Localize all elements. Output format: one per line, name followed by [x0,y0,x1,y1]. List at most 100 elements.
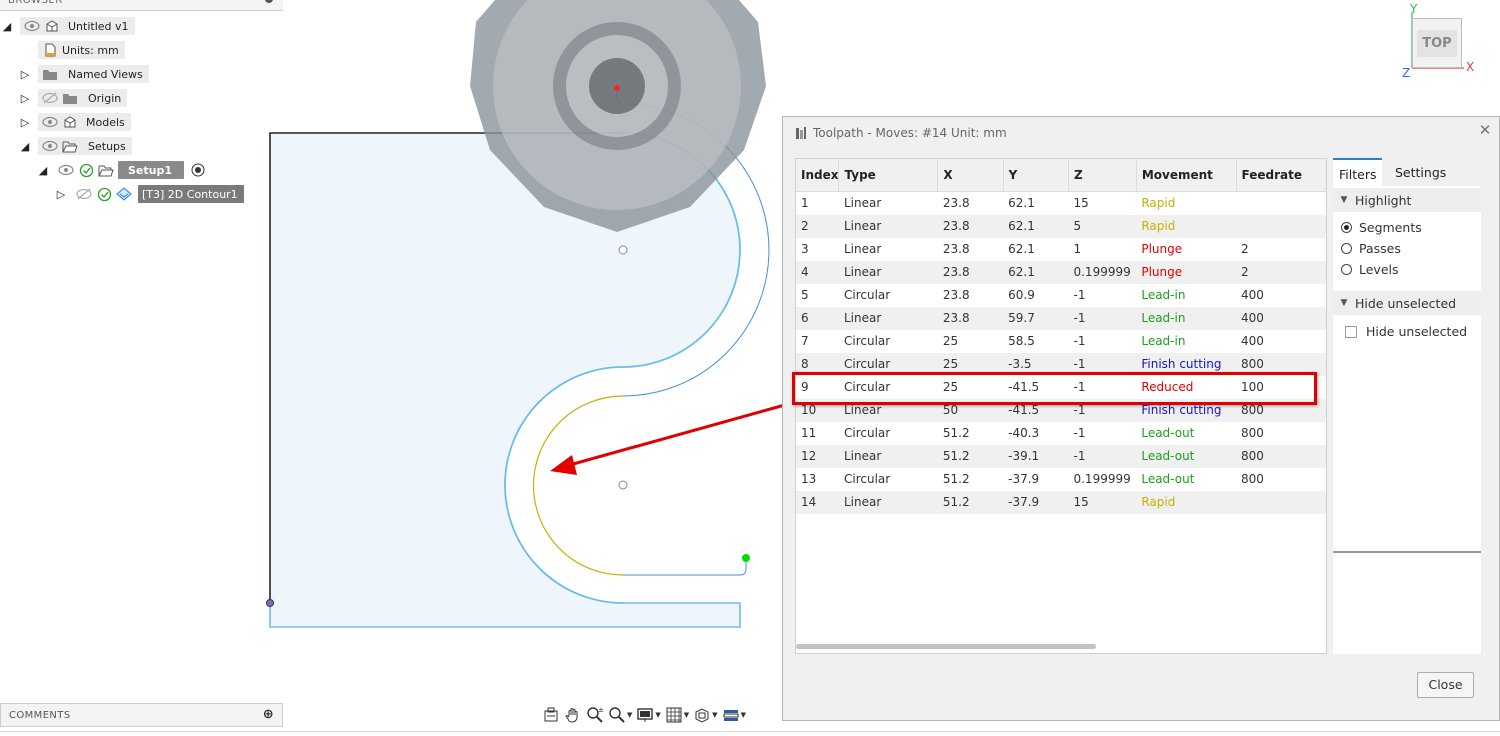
expand-icon[interactable]: ▷ [18,91,32,105]
col-header-x[interactable]: X [937,159,1004,192]
option-hide-unselected[interactable]: Hide unselected [1341,324,1467,339]
cell-y: 59.7 [1003,306,1069,330]
table-row[interactable]: 1 Linear 23.8 62.1 15 Rapid [796,191,1326,215]
tree-setups-box[interactable]: Setups [38,137,132,155]
cell-movement: Lead-out [1141,472,1195,486]
cell-index: 3 [801,242,809,256]
zoom-icon[interactable]: ± [586,704,604,726]
tree-setup1[interactable]: ◢ Setup1 [36,160,210,180]
cell-movement: Lead-in [1141,334,1186,348]
cell-x: 51.2 [942,472,970,486]
cell-y: 62.1 [1008,196,1035,210]
view-cube-top-face[interactable]: TOP [1412,18,1462,68]
horizontal-scrollbar[interactable] [796,644,1096,649]
table-row[interactable]: 11 Circular 51.2 -40.3 -1 Lead-out 800 [796,422,1326,445]
tree-units-box[interactable]: Units: mm [38,41,125,59]
tree-units[interactable]: Units: mm [38,40,125,60]
segments-radio[interactable] [1341,222,1352,233]
col-header-index[interactable]: Index [796,159,840,192]
browser-pin-icon[interactable] [265,0,273,3]
close-icon[interactable]: ✕ [1477,122,1493,138]
collapse-icon[interactable]: ◢ [36,163,50,177]
eye-icon[interactable] [42,138,58,154]
tree-origin-box[interactable]: Origin [38,89,128,107]
highlight-section-header[interactable]: ▼ Highlight [1333,188,1481,212]
add-comment-icon[interactable]: ⊕ [263,707,274,722]
col-header-feedrate[interactable]: Feedrate [1236,159,1326,192]
eye-hidden-icon[interactable] [42,90,58,106]
browser-panel: BROWSER ◢ Untitled v1 Units: mm ▷ Named … [0,0,283,210]
col-header-movement[interactable]: Movement [1136,159,1237,192]
setup1-box[interactable]: Setup1 [118,161,184,179]
option-levels[interactable]: Levels [1341,262,1399,277]
tree-named-views-box[interactable]: Named Views [38,65,149,83]
operation-box[interactable]: [T3] 2D Contour1 [138,185,244,203]
expand-icon[interactable]: ▷ [18,67,32,81]
table-row[interactable]: 7 Circular 25 58.5 -1 Lead-in 400 [796,330,1326,353]
viewports-icon[interactable]: ▼ [693,704,718,726]
levels-radio[interactable] [1341,264,1352,275]
tree-models-box[interactable]: Models [38,113,131,131]
cell-y: -40.3 [1008,426,1040,440]
tab-filters[interactable]: Filters [1333,158,1383,187]
activate-radio-icon[interactable] [190,162,206,178]
col-header-type[interactable]: Type [838,159,939,192]
operation-label: [T3] 2D Contour1 [142,187,238,201]
cell-index: 1 [801,196,809,210]
passes-radio[interactable] [1341,243,1352,254]
collapse-icon[interactable]: ◢ [18,139,32,153]
check-circle-icon [78,162,94,178]
table-row[interactable]: 13 Circular 51.2 -37.9 0.199999 Lead-out 800 [796,468,1326,491]
tree-named-views[interactable]: ▷ Named Views [18,64,149,84]
expand-icon[interactable]: ▷ [54,187,68,201]
eye-icon[interactable] [24,18,40,34]
toolpath-icon [793,125,809,141]
col-header-z[interactable]: Z [1068,159,1137,192]
cell-feedrate: 800 [1241,426,1264,440]
table-row[interactable]: 5 Circular 23.8 60.9 -1 Lead-in 400 [796,284,1326,307]
tree-setups[interactable]: ◢ Setups [18,136,132,156]
tree-root-box[interactable]: Untitled v1 [20,17,135,35]
tree-root[interactable]: ◢ Untitled v1 [0,16,135,36]
display-settings-icon[interactable]: ▼ [636,704,661,726]
view-cube[interactable]: TOP Y X Z [1400,2,1490,86]
collapse-icon[interactable]: ◢ [0,19,14,33]
cell-z: -1 [1068,444,1137,468]
dialog-title-bar[interactable]: Toolpath - Moves: #14 Unit: mm [793,125,1007,141]
environment-icon[interactable]: ▼ [722,704,746,726]
table-row[interactable]: 3 Linear 23.8 62.1 1 Plunge 2 [796,238,1326,261]
close-button[interactable]: Close [1417,672,1474,698]
tree-origin[interactable]: ▷ Origin [18,88,128,108]
passes-label: Passes [1359,241,1401,256]
orbit-fixed-icon[interactable] [542,704,560,726]
cell-type: Circular [843,288,891,302]
expand-icon[interactable]: ▷ [18,115,32,129]
fit-zoom-icon[interactable]: ▼ [608,704,632,726]
eye-icon[interactable] [42,114,58,130]
option-segments[interactable]: Segments [1341,220,1422,235]
pan-hand-icon[interactable] [564,704,582,726]
tree-models[interactable]: ▷ Models [18,112,131,132]
cell-z: 0.199999 [1073,472,1131,486]
eye-icon[interactable] [58,162,74,178]
hide-section-header[interactable]: ▼ Hide unselected [1333,291,1481,315]
pane-divider[interactable] [1333,551,1481,553]
col-header-y[interactable]: Y [1003,159,1069,192]
table-row[interactable]: 14 Linear 51.2 -37.9 15 Rapid [796,490,1326,514]
table-row[interactable]: 4 Linear 23.8 62.1 0.199999 Plunge 2 [796,260,1326,284]
tree-operation[interactable]: ▷ [T3] 2D Contour1 [54,184,244,204]
grid-icon[interactable]: ▼ [665,704,689,726]
units-label: Units: mm [62,43,119,57]
table-row[interactable]: 2 Linear 23.8 62.1 5 Rapid [796,214,1326,238]
cell-z: -1 [1073,288,1086,302]
eye-hidden-icon[interactable] [76,186,92,202]
hide-unselected-checkbox[interactable] [1345,325,1357,338]
table-row[interactable]: 6 Linear 23.8 59.7 -1 Lead-in 400 [796,306,1326,330]
table-row[interactable]: 12 Linear 51.2 -39.1 -1 Lead-out 800 [796,444,1326,468]
cell-index: 5 [801,288,809,302]
cell-index: 12 [796,444,839,468]
moves-table-container[interactable]: Index Type X Y Z Movement Feedrate 1 Line… [795,158,1327,654]
option-passes[interactable]: Passes [1341,241,1401,256]
comments-bar[interactable]: COMMENTS ⊕ [0,703,283,727]
tab-settings[interactable]: Settings [1389,158,1452,185]
